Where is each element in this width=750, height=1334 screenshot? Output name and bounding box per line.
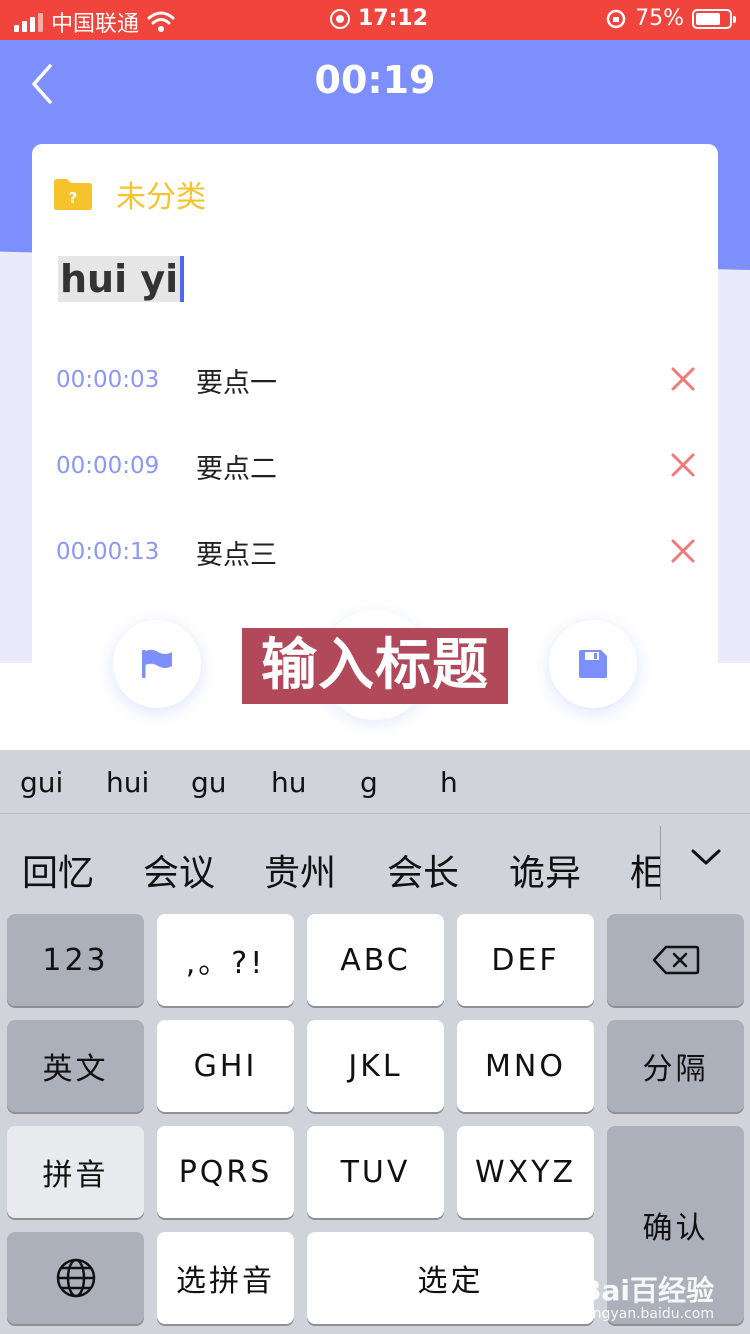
key-select-pinyin[interactable]: 选拼音 [157, 1232, 294, 1324]
delete-point-icon[interactable] [670, 366, 696, 392]
delete-point-icon[interactable] [670, 538, 696, 564]
status-bar: 中国联通 17:12 75% [0, 0, 750, 40]
key-separator[interactable]: 分隔 [607, 1020, 744, 1112]
save-button[interactable] [549, 620, 637, 708]
key-123[interactable]: 123 [7, 914, 144, 1006]
candidate-divider [660, 826, 661, 900]
rotation-lock-icon [606, 9, 626, 28]
point-time[interactable]: 00:00:13 [56, 539, 196, 565]
candidate-word[interactable]: 会议 [143, 844, 215, 896]
pinyin-option[interactable]: h [440, 766, 458, 799]
key-punctuation[interactable]: ,。?! [157, 914, 294, 1006]
save-icon [579, 650, 607, 678]
clock-label: 17:12 [358, 6, 429, 31]
candidate-word[interactable]: 贵州 [264, 844, 336, 896]
recording-timer: 00:19 [314, 58, 436, 102]
pinyin-option[interactable]: hu [271, 766, 307, 799]
key-english[interactable]: 英文 [7, 1020, 144, 1112]
key-select[interactable]: 选定 [307, 1232, 594, 1324]
category-label: 未分类 [116, 180, 206, 215]
key-point-row[interactable]: 00:00:09 要点二 [56, 446, 696, 486]
wifi-icon [147, 11, 175, 32]
key-mno[interactable]: MNO [457, 1020, 594, 1112]
delete-point-icon[interactable] [670, 452, 696, 478]
pinyin-suggestion-bar: gui hui gu hu g h [0, 750, 750, 814]
key-pinyin[interactable]: 拼音 [7, 1126, 144, 1218]
key-ghi[interactable]: GHI [157, 1020, 294, 1112]
category-selector[interactable]: ? 未分类 [54, 172, 206, 216]
screen-record-icon [330, 8, 350, 29]
key-point-row[interactable]: 00:00:13 要点三 [56, 532, 696, 572]
key-abc[interactable]: ABC [307, 914, 444, 1006]
carrier-label: 中国联通 [51, 12, 140, 37]
pinyin-option[interactable]: gui [20, 766, 63, 799]
point-label[interactable]: 要点三 [196, 533, 277, 572]
battery-percent: 75% [635, 6, 684, 31]
candidate-word[interactable]: 诡异 [509, 844, 581, 896]
signal-icon [14, 12, 43, 32]
point-label[interactable]: 要点一 [196, 361, 277, 400]
flag-icon [142, 649, 172, 678]
candidate-word[interactable]: 柜 [630, 844, 660, 896]
overlay-caption: 输入标题 [242, 628, 508, 704]
pinyin-option[interactable]: g [360, 766, 378, 799]
point-time[interactable]: 00:00:03 [56, 367, 196, 393]
battery-fill [696, 12, 720, 25]
keyboard: gui hui gu hu g h 回忆 会议 贵州 会长 诡异 柜 123 ,… [0, 750, 750, 1334]
candidate-bar: 回忆 会议 贵州 会长 诡异 柜 [0, 814, 750, 912]
status-center: 17:12 [330, 6, 428, 31]
baidu-watermark: Bai百经验 jingyan.baidu.com [580, 1273, 714, 1322]
key-def[interactable]: DEF [457, 914, 594, 1006]
key-pqrs[interactable]: PQRS [157, 1126, 294, 1218]
svg-text:?: ? [69, 189, 78, 207]
point-time[interactable]: 00:00:09 [56, 453, 196, 479]
backspace-icon [652, 945, 699, 975]
watermark-url: jingyan.baidu.com [584, 1305, 714, 1322]
key-jkl[interactable]: JKL [307, 1020, 444, 1112]
key-point-row[interactable]: 00:00:03 要点一 [56, 360, 696, 400]
candidate-list: 回忆 会议 贵州 会长 诡异 柜 [0, 814, 660, 912]
flag-button[interactable] [113, 620, 201, 708]
key-tuv[interactable]: TUV [307, 1126, 444, 1218]
record-card: ? 未分类 hui yi 00:00:03 要点一 00:00:09 要点二 0… [32, 144, 718, 684]
status-left: 中国联通 [14, 6, 175, 38]
key-globe[interactable] [7, 1232, 144, 1324]
globe-icon [56, 1258, 95, 1298]
candidate-word[interactable]: 回忆 [22, 844, 94, 896]
battery-icon [692, 8, 736, 29]
status-right: 75% [605, 6, 736, 31]
candidate-word[interactable]: 会长 [387, 844, 459, 896]
pinyin-option[interactable]: gu [191, 766, 227, 799]
watermark-brand: Bai百经验 [580, 1273, 714, 1307]
pinyin-option[interactable]: hui [106, 766, 149, 799]
key-backspace[interactable] [607, 914, 744, 1006]
key-wxyz[interactable]: WXYZ [457, 1126, 594, 1218]
chevron-down-icon[interactable] [690, 846, 722, 868]
point-label[interactable]: 要点二 [196, 447, 277, 486]
title-input[interactable]: hui yi [58, 256, 185, 302]
folder-question-icon: ? [54, 179, 92, 210]
